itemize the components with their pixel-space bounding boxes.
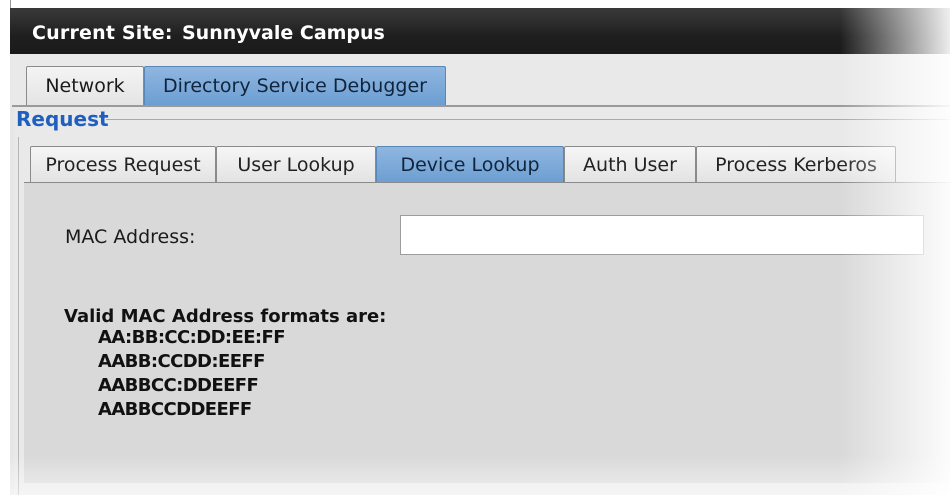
app-window: Current Site: Sunnyvale Campus Network D…	[10, 8, 950, 495]
tab-device-lookup[interactable]: Device Lookup	[376, 146, 564, 183]
tab-auth-user-label: Auth User	[583, 154, 677, 176]
mac-address-input[interactable]	[400, 215, 924, 255]
tab-process-kerberos[interactable]: Process Kerberos	[696, 146, 896, 183]
request-section: Request Process Request User Lookup Devi…	[14, 107, 950, 495]
tab-network[interactable]: Network	[26, 66, 144, 105]
tab-process-request-label: Process Request	[45, 154, 201, 176]
mac-format-item: AABBCCDDEEFF	[98, 399, 252, 420]
site-header-bar: Current Site: Sunnyvale Campus	[10, 8, 950, 54]
tab-process-request[interactable]: Process Request	[30, 146, 216, 183]
request-section-title: Request	[16, 107, 109, 131]
tab-auth-user[interactable]: Auth User	[564, 146, 696, 183]
mac-formats-heading: Valid MAC Address formats are:	[64, 306, 387, 327]
device-lookup-panel: MAC Address: Valid MAC Address formats a…	[24, 183, 950, 483]
mac-format-item: AABB:CCDD:EEFF	[98, 351, 265, 372]
main-tab-strip: Network Directory Service Debugger	[10, 54, 950, 106]
tab-user-lookup[interactable]: User Lookup	[216, 146, 376, 183]
tab-process-kerberos-label: Process Kerberos	[715, 154, 877, 176]
mac-address-label: MAC Address:	[65, 226, 196, 248]
tab-directory-service-debugger[interactable]: Directory Service Debugger	[144, 66, 446, 105]
tab-device-lookup-label: Device Lookup	[400, 154, 540, 176]
current-site-label: Current Site:	[32, 22, 173, 44]
tab-user-lookup-label: User Lookup	[237, 154, 355, 176]
tab-directory-service-debugger-label: Directory Service Debugger	[163, 75, 427, 97]
tab-network-label: Network	[45, 75, 125, 97]
section-left-border	[18, 137, 19, 495]
current-site-name: Sunnyvale Campus	[182, 22, 385, 44]
mac-format-item: AABBCC:DDEEFF	[98, 375, 259, 396]
section-divider	[106, 119, 950, 120]
mac-format-item: AA:BB:CC:DD:EE:FF	[98, 327, 286, 348]
